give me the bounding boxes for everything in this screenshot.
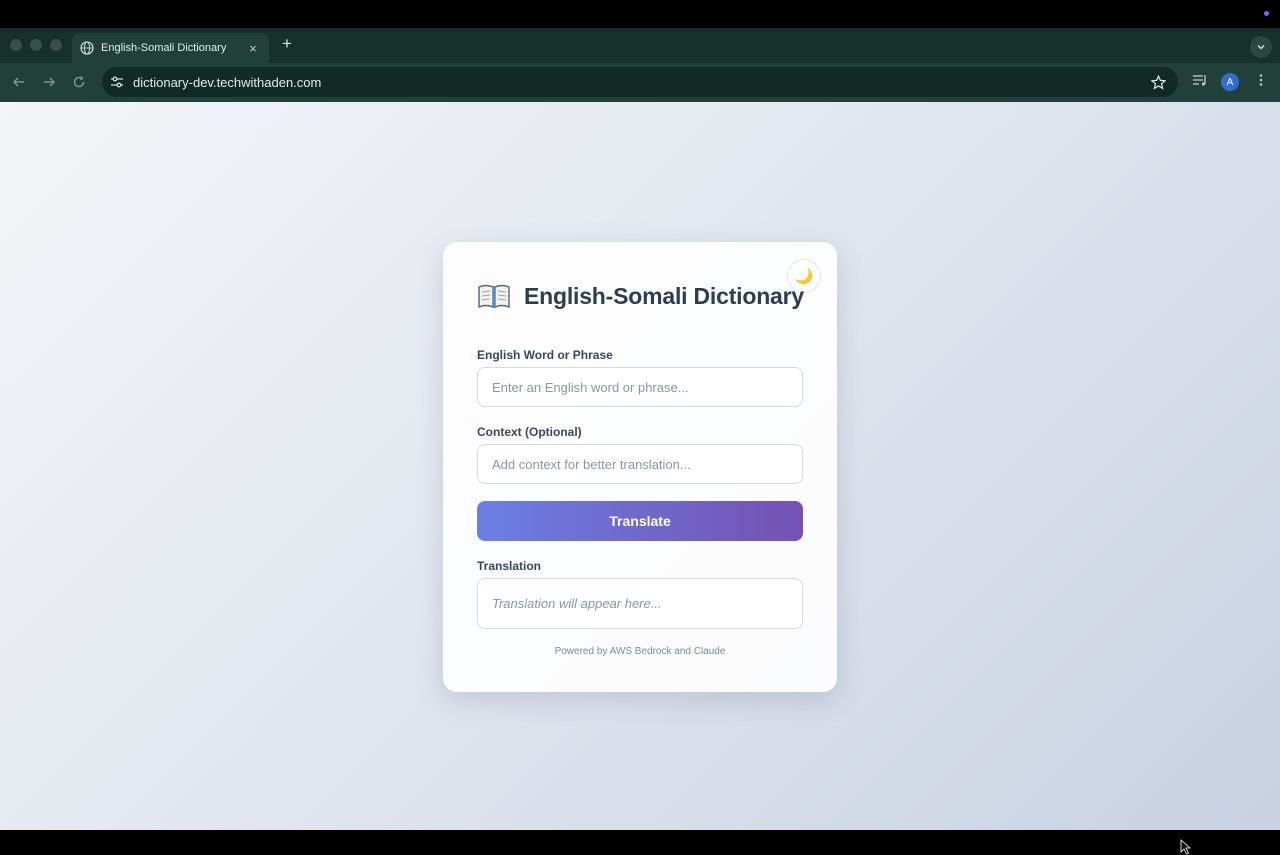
forward-button[interactable] bbox=[40, 73, 58, 91]
word-label: English Word or Phrase bbox=[477, 348, 613, 362]
profile-button[interactable]: A bbox=[1221, 73, 1239, 91]
word-input[interactable] bbox=[477, 367, 803, 407]
translate-button[interactable]: Translate bbox=[477, 501, 803, 541]
bookmark-star-icon[interactable] bbox=[1151, 74, 1166, 90]
url-text[interactable]: dictionary-dev.techwithaden.com bbox=[133, 75, 1151, 90]
open-book-icon bbox=[478, 284, 510, 309]
address-bar[interactable]: dictionary-dev.techwithaden.com bbox=[102, 67, 1178, 97]
avatar: A bbox=[1221, 73, 1239, 91]
arrow-left-icon bbox=[12, 77, 24, 87]
tab-search-button[interactable] bbox=[1250, 36, 1272, 58]
new-tab-button[interactable]: + bbox=[278, 34, 296, 54]
window-zoom-control[interactable] bbox=[50, 39, 62, 51]
browser-tab-bar: English-Somali Dictionary × + bbox=[0, 28, 1280, 63]
reload-icon bbox=[73, 76, 85, 88]
more-vertical-icon bbox=[1259, 74, 1263, 86]
browser-tab-active[interactable]: English-Somali Dictionary × bbox=[72, 33, 269, 63]
system-top-bar bbox=[0, 0, 1280, 28]
site-info-icon[interactable] bbox=[110, 75, 124, 89]
dictionary-card: 🌙 English-Somali Dictionary English Word… bbox=[443, 242, 837, 692]
page-title: English-Somali Dictionary bbox=[477, 282, 804, 310]
translation-label: Translation bbox=[477, 559, 542, 573]
reading-list-button[interactable] bbox=[1192, 73, 1208, 87]
translation-placeholder: Translation will appear here... bbox=[492, 596, 662, 611]
media-list-icon bbox=[1193, 75, 1206, 86]
translation-output: Translation will appear here... bbox=[477, 578, 803, 629]
browser-menu-button[interactable] bbox=[1254, 73, 1268, 87]
powered-by-footer: Powered by AWS Bedrock and Claude bbox=[554, 646, 726, 657]
mouse-pointer-icon bbox=[1180, 839, 1192, 855]
context-input[interactable] bbox=[477, 444, 803, 484]
back-button[interactable] bbox=[10, 73, 28, 91]
chevron-down-icon bbox=[1257, 45, 1265, 50]
arrow-right-icon bbox=[44, 77, 56, 87]
recording-indicator-icon bbox=[1264, 11, 1269, 16]
reload-button[interactable] bbox=[70, 73, 88, 91]
tab-close-icon[interactable]: × bbox=[245, 41, 261, 56]
tab-title: English-Somali Dictionary bbox=[101, 42, 227, 54]
page-viewport: 🌙 English-Somali Dictionary English Word… bbox=[0, 102, 1280, 855]
context-label: Context (Optional) bbox=[477, 425, 582, 439]
window-minimize-control[interactable] bbox=[30, 39, 42, 51]
browser-toolbar: dictionary-dev.techwithaden.com A bbox=[0, 63, 1280, 102]
globe-icon bbox=[80, 41, 94, 55]
app-title: English-Somali Dictionary bbox=[524, 282, 804, 309]
window-close-control[interactable] bbox=[10, 39, 22, 51]
